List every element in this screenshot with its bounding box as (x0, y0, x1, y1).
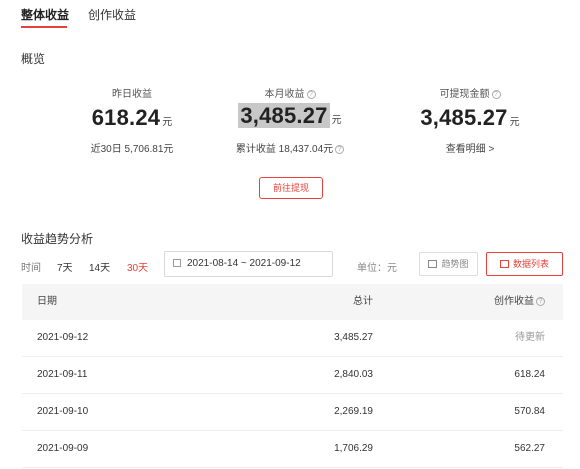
withdrawable-amount-value: 3,485.27 元 (420, 105, 520, 130)
trend-chart-button[interactable]: 趋势图 (419, 252, 478, 276)
table-row: 2021-09-09 1,706.29 562.27 (22, 431, 563, 468)
overview-title: 概览 (21, 52, 46, 66)
row-total: 1,706.29 (334, 443, 373, 454)
withdrawable-help-icon[interactable]: ? (491, 90, 501, 99)
income-table: 日期 总计 创作收益? 2021-09-12 3,485.27 待更新 2021… (22, 284, 563, 468)
row-date: 2021-09-12 (37, 332, 89, 343)
date-range-picker[interactable]: 2021-08-14 ~ 2021-09-12 (164, 251, 333, 277)
table-icon (499, 260, 509, 268)
month-income-help-icon[interactable]: ? (306, 90, 316, 99)
table-row: 2021-09-12 3,485.27 待更新 (22, 320, 563, 357)
row-creation-income: 待更新 (515, 332, 545, 343)
month-income-label: 本月收益? (210, 85, 370, 100)
header-creation-income: 创作收益? (494, 284, 545, 320)
header-date: 日期 (37, 296, 57, 307)
time-label: 时间 (21, 263, 41, 274)
creation-income-help-icon[interactable]: ? (536, 297, 545, 306)
withdraw-button[interactable]: 前往提现 (259, 177, 323, 199)
range-30-days[interactable]: 30天 (127, 259, 148, 274)
range-14-days[interactable]: 14天 (89, 259, 110, 274)
table-header: 日期 总计 创作收益? (22, 284, 563, 320)
calendar-icon (173, 259, 181, 267)
row-total: 2,269.19 (334, 406, 373, 417)
yesterday-income-value: 618.24 元 (91, 105, 173, 130)
tab-overall-income[interactable]: 整体收益 (21, 6, 69, 23)
yesterday-income-label: 昨日收益 (112, 89, 152, 100)
unit-label: 单位：元 (357, 263, 397, 274)
month-income-value: 3,485.27 元 (238, 103, 342, 128)
trend-analysis-title: 收益趋势分析 (21, 232, 94, 246)
row-creation-income: 618.24 (514, 369, 545, 380)
header-total: 总计 (353, 296, 373, 307)
table-row: 2021-09-10 2,269.19 570.84 (22, 394, 563, 431)
data-list-button[interactable]: 数据列表 (486, 252, 563, 276)
row-date: 2021-09-09 (37, 443, 89, 454)
last-30-days-income: 近30日 5,706.81元 (90, 144, 174, 155)
tab-creation-income[interactable]: 创作收益 (88, 6, 136, 23)
row-creation-income: 562.27 (514, 443, 545, 454)
row-total: 3,485.27 (334, 332, 373, 343)
active-tab-indicator (21, 26, 67, 28)
total-income: 累计收益 18,437.04元? (210, 140, 370, 155)
range-7-days[interactable]: 7天 (57, 259, 73, 274)
withdrawable-amount-label: 可提现金额? (390, 85, 550, 100)
table-row: 2021-09-11 2,840.03 618.24 (22, 357, 563, 394)
row-creation-income: 570.84 (514, 406, 545, 417)
total-income-help-icon[interactable]: ? (335, 145, 345, 154)
row-date: 2021-09-10 (37, 406, 89, 417)
row-total: 2,840.03 (334, 369, 373, 380)
line-chart-icon (428, 260, 438, 268)
view-details-link[interactable]: 查看明细 > (390, 140, 550, 155)
row-date: 2021-09-11 (37, 369, 88, 380)
